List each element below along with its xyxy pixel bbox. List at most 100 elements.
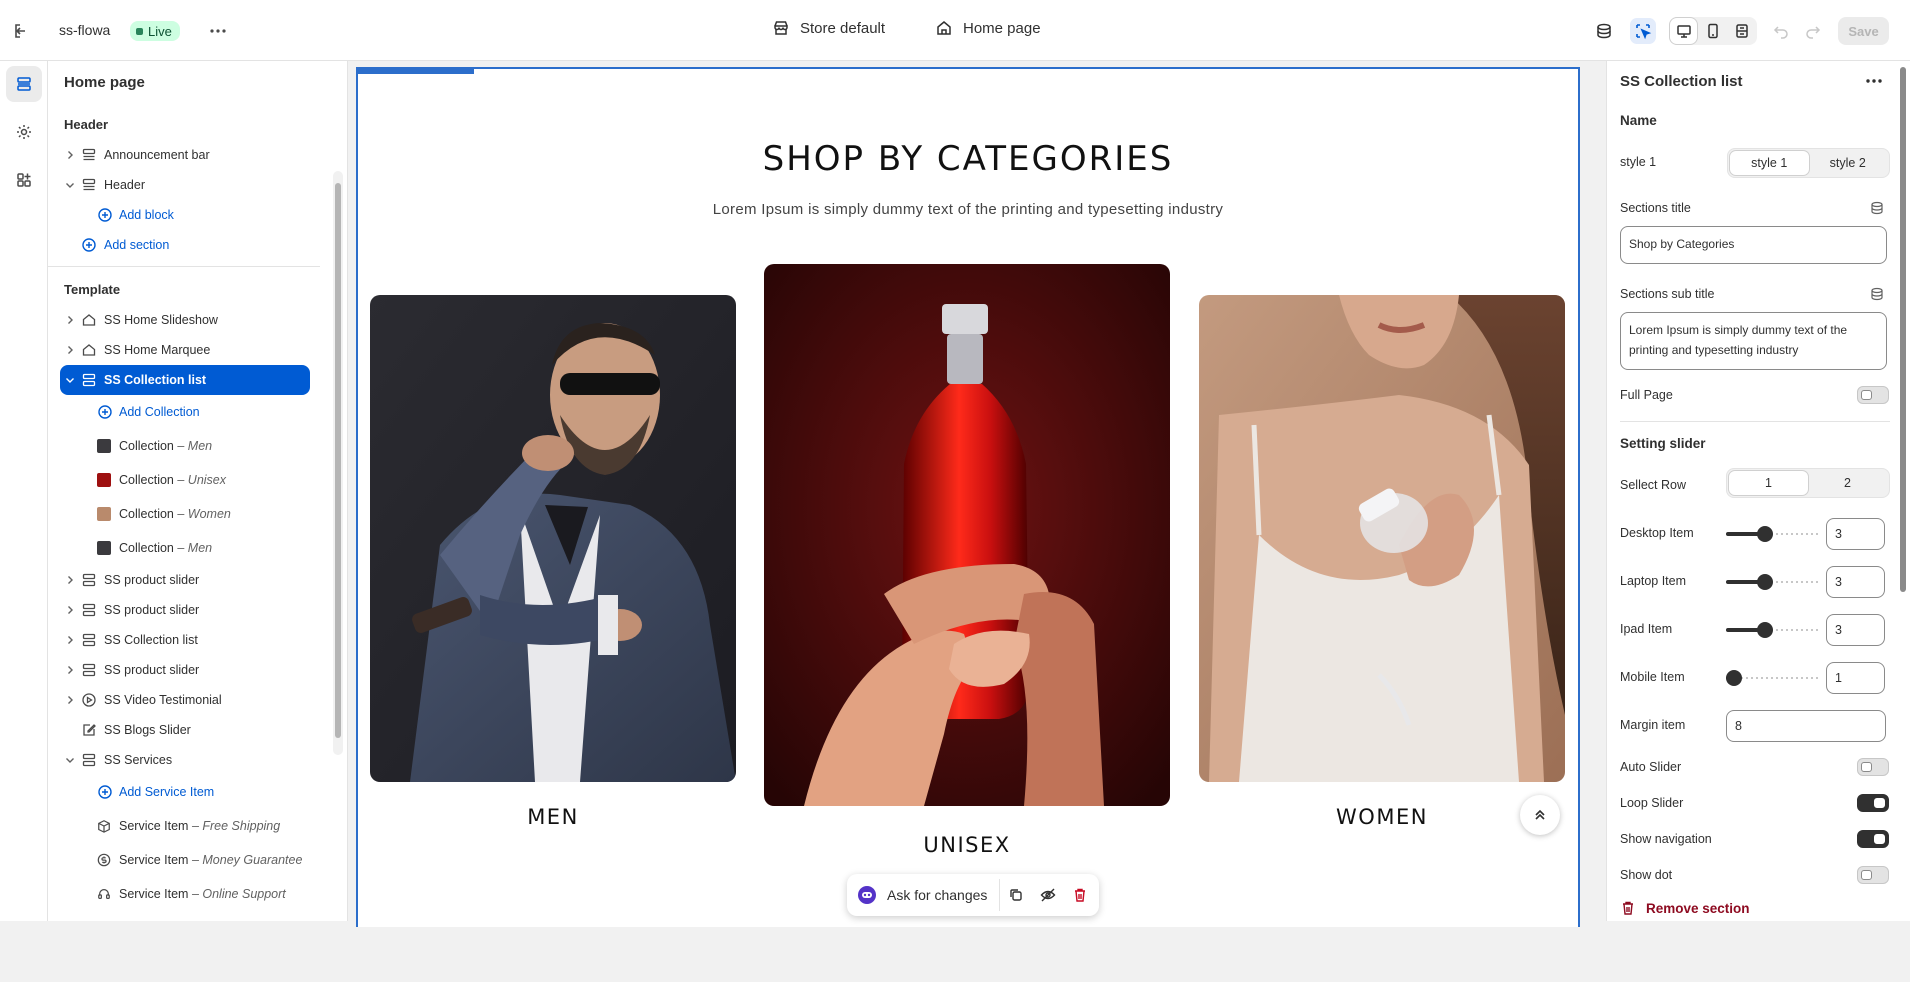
apps-icon[interactable] xyxy=(6,162,42,198)
save-button[interactable]: Save xyxy=(1838,17,1889,45)
chevron-right-icon[interactable] xyxy=(64,314,76,326)
block-service-money-guarantee[interactable]: Service Item – Money Guarantee xyxy=(48,843,338,877)
theme-settings-icon[interactable] xyxy=(6,114,42,150)
collection-thumbnail xyxy=(97,507,111,521)
slider-thumb[interactable] xyxy=(1757,526,1774,542)
show-navigation-toggle[interactable] xyxy=(1857,830,1889,848)
duplicate-icon[interactable] xyxy=(1000,879,1032,911)
ask-for-changes-button[interactable]: Ask for changes xyxy=(847,879,1001,911)
row-option-2[interactable]: 2 xyxy=(1808,471,1887,495)
exit-icon[interactable] xyxy=(12,21,32,41)
slider-thumb[interactable] xyxy=(1757,574,1774,590)
show-dot-toggle[interactable] xyxy=(1857,866,1889,884)
style-option-2[interactable]: style 2 xyxy=(1809,151,1888,175)
ipad-item-input[interactable]: 3 xyxy=(1826,614,1885,646)
more-options-icon[interactable] xyxy=(1863,70,1885,92)
dynamic-source-icon[interactable] xyxy=(1870,201,1884,215)
page-selector[interactable]: Home page xyxy=(935,19,1041,37)
desktop-item-input[interactable]: 3 xyxy=(1826,518,1885,550)
chevron-down-icon[interactable] xyxy=(64,374,76,386)
hide-icon[interactable] xyxy=(1032,879,1064,911)
block-service-free-shipping[interactable]: Service Item – Free Shipping xyxy=(48,809,338,843)
full-page-toggle[interactable] xyxy=(1857,386,1889,404)
store-name[interactable]: ss-flowa xyxy=(59,22,110,38)
category-card-women[interactable] xyxy=(1199,295,1565,782)
laptop-item-input[interactable]: 3 xyxy=(1826,566,1885,598)
scroll-to-top-button[interactable] xyxy=(1520,795,1560,835)
block-collection-unisex[interactable]: Collection – Unisex xyxy=(48,463,338,497)
section-announcement-bar[interactable]: Announcement bar xyxy=(48,140,338,170)
mobile-item-input[interactable]: 1 xyxy=(1826,662,1885,694)
inspector-icon[interactable] xyxy=(1630,18,1656,44)
chevron-right-icon[interactable] xyxy=(64,149,76,161)
chevron-down-icon[interactable] xyxy=(64,754,76,766)
sections-title-input[interactable]: Shop by Categories xyxy=(1620,226,1887,264)
loop-slider-toggle[interactable] xyxy=(1857,794,1889,812)
mobile-icon[interactable] xyxy=(1699,18,1726,44)
fullscreen-icon[interactable] xyxy=(1728,18,1755,44)
section-blogs-slider[interactable]: SS Blogs Slider xyxy=(48,715,338,745)
section-product-slider[interactable]: SS product slider xyxy=(48,595,338,625)
section-collection-list[interactable]: SS Collection list xyxy=(48,625,338,655)
section-video-testimonial[interactable]: SS Video Testimonial xyxy=(48,685,338,715)
chevron-right-icon[interactable] xyxy=(64,694,76,706)
section-header[interactable]: Header xyxy=(48,170,338,200)
section-icon xyxy=(81,572,97,588)
slider-thumb[interactable] xyxy=(1726,670,1742,686)
section-services[interactable]: SS Services xyxy=(48,745,338,775)
row-segmented-control: 1 2 xyxy=(1726,468,1890,498)
ipad-item-slider[interactable] xyxy=(1726,622,1820,638)
theme-selector[interactable]: Store default xyxy=(772,19,885,37)
store-preview[interactable]: SHOP BY CATEGORIES Lorem Ipsum is simply… xyxy=(356,67,1580,927)
app-embed-icon[interactable] xyxy=(1591,18,1617,44)
redo-icon[interactable] xyxy=(1800,18,1826,44)
category-card-unisex[interactable] xyxy=(764,264,1170,806)
auto-slider-toggle[interactable] xyxy=(1857,758,1889,776)
section-icon xyxy=(81,147,97,163)
dynamic-source-icon[interactable] xyxy=(1870,287,1884,301)
row-option-1[interactable]: 1 xyxy=(1729,471,1808,495)
desktop-icon[interactable] xyxy=(1670,18,1697,44)
add-block-button[interactable]: Add block xyxy=(48,200,338,230)
mobile-item-slider[interactable] xyxy=(1726,670,1820,686)
block-collection-men[interactable]: Collection – Men xyxy=(48,429,338,463)
chevron-right-icon[interactable] xyxy=(64,604,76,616)
section-home-marquee[interactable]: SS Home Marquee xyxy=(48,335,338,365)
laptop-item-slider[interactable] xyxy=(1726,574,1820,590)
sections-icon[interactable] xyxy=(6,66,42,102)
section-product-slider[interactable]: SS product slider xyxy=(48,655,338,685)
scrollbar-thumb[interactable] xyxy=(335,183,341,738)
section-icon xyxy=(81,662,97,678)
slider-thumb[interactable] xyxy=(1757,622,1774,638)
section-product-slider[interactable]: SS product slider xyxy=(48,565,338,595)
style-option-1[interactable]: style 1 xyxy=(1730,151,1809,175)
chevron-right-icon[interactable] xyxy=(64,664,76,676)
block-collection-men-2[interactable]: Collection – Men xyxy=(48,531,338,565)
panel-scrollbar[interactable] xyxy=(333,171,343,755)
add-section-button[interactable]: Add section xyxy=(48,230,338,260)
section-home-slideshow[interactable]: SS Home Slideshow xyxy=(48,305,338,335)
chevron-down-icon[interactable] xyxy=(64,179,76,191)
add-service-item-button[interactable]: Add Service Item xyxy=(48,775,338,809)
remove-section-button[interactable]: Remove section xyxy=(1620,900,1750,916)
category-label-men[interactable]: MEN xyxy=(370,805,736,829)
block-service-online-support[interactable]: Service Item – Online Support xyxy=(48,877,338,911)
category-label-unisex[interactable]: UNISEX xyxy=(764,833,1170,857)
more-actions-icon[interactable] xyxy=(208,21,228,41)
chevron-right-icon[interactable] xyxy=(64,344,76,356)
margin-item-input[interactable]: 8 xyxy=(1726,710,1886,742)
scrollbar-thumb[interactable] xyxy=(1900,67,1906,592)
chevron-right-icon[interactable] xyxy=(64,574,76,586)
settings-scrollbar[interactable] xyxy=(1897,67,1909,912)
delete-icon[interactable] xyxy=(1064,879,1096,911)
undo-icon[interactable] xyxy=(1768,18,1794,44)
chevrons-up-icon xyxy=(1535,809,1545,820)
sections-subtitle-textarea[interactable]: Lorem Ipsum is simply dummy text of the … xyxy=(1620,312,1887,370)
add-collection-button[interactable]: Add Collection xyxy=(48,395,338,429)
block-collection-women[interactable]: Collection – Women xyxy=(48,497,338,531)
desktop-item-slider[interactable] xyxy=(1726,526,1820,542)
section-collection-list-selected[interactable]: SS Collection list xyxy=(60,365,310,395)
category-label-women[interactable]: WOMEN xyxy=(1199,805,1565,829)
category-card-men[interactable] xyxy=(370,295,736,782)
chevron-right-icon[interactable] xyxy=(64,634,76,646)
